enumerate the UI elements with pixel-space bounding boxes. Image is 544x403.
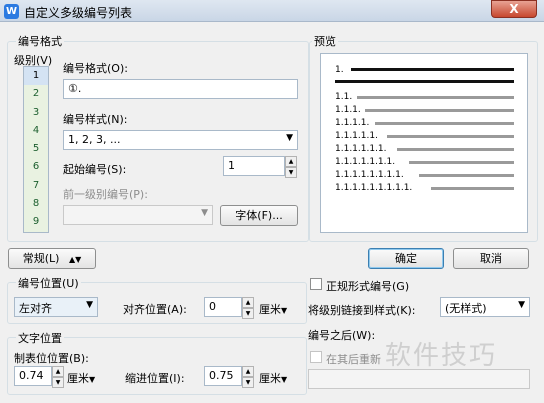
number-style-value: 1, 2, 3, ... [68, 133, 121, 146]
preview-box: 1. 1.1. 1.1.1. 1.1.1.1. 1.1.1.1.1. 1.1.1… [320, 53, 528, 233]
number-position-title: 编号位置(U) [16, 275, 81, 291]
level-item[interactable]: 5 [24, 140, 48, 158]
preview-line [357, 96, 514, 99]
spin-up-icon[interactable]: ▲ [242, 297, 254, 308]
unit-text: 厘米 [259, 303, 281, 316]
level-list[interactable]: 1 2 3 4 5 6 7 8 9 [23, 66, 49, 233]
align-position-label: 对齐位置(A): [123, 303, 187, 316]
window-title: 自定义多级编号列表 [24, 6, 133, 20]
spin-down-icon[interactable]: ▼ [285, 167, 297, 178]
number-format-input[interactable]: ①. [63, 79, 298, 99]
preview-line [335, 80, 514, 83]
unit-dropdown-icon: ▼ [281, 306, 288, 315]
indent-position-unit[interactable]: 厘米▼ [259, 370, 287, 386]
level-item[interactable]: 1 [24, 67, 48, 86]
unit-text: 厘米 [67, 372, 89, 385]
dropdown-arrow-icon: ▼ [286, 133, 293, 143]
general-button[interactable]: 常规(L) ▲▼ [8, 248, 96, 269]
legal-numbering-checkbox[interactable] [310, 278, 322, 290]
preview-title: 预览 [312, 33, 338, 49]
align-position-unit[interactable]: 厘米▼ [259, 301, 287, 317]
spin-up-icon[interactable]: ▲ [242, 366, 254, 377]
preview-row-4: 1.1.1.1. [335, 118, 370, 128]
legal-numbering-label[interactable]: 正规形式编号(G) [326, 278, 409, 294]
preview-row-2: 1.1. [335, 92, 353, 102]
link-style-label: 将级别链接到样式(K): [308, 304, 416, 317]
indent-position-label: 缩进位置(I): [125, 372, 185, 385]
preview-row-8: 1.1.1.1.1.1.1.1. [335, 170, 404, 180]
tab-position-spinner[interactable]: ▲ ▼ [52, 366, 64, 388]
align-position-spinner[interactable]: ▲ ▼ [242, 297, 254, 319]
preview-row-5: 1.1.1.1.1. [335, 131, 378, 141]
alignment-select[interactable]: 左对齐 ▼ [14, 297, 98, 317]
start-number-spinner[interactable]: ▲ ▼ [285, 156, 297, 178]
tab-position-label: 制表位位置(B): [14, 352, 89, 365]
text-position-title: 文字位置 [16, 330, 64, 346]
preview-line [375, 122, 514, 125]
spin-up-icon[interactable]: ▲ [52, 366, 64, 377]
preview-line [351, 68, 514, 71]
level-item[interactable]: 6 [24, 158, 48, 176]
restart-label: 在其后重新 [326, 353, 381, 366]
unit-dropdown-icon: ▼ [89, 375, 96, 384]
preview-line [419, 174, 514, 177]
general-button-label: 常规(L) [22, 252, 60, 265]
alignment-value: 左对齐 [19, 302, 52, 315]
font-button[interactable]: 字体(F)... [220, 205, 298, 226]
level-item[interactable]: 3 [24, 104, 48, 122]
restart-checkbox[interactable] [310, 351, 322, 363]
preview-row-9: 1.1.1.1.1.1.1.1.1. [335, 183, 413, 193]
level-item[interactable]: 8 [24, 195, 48, 213]
cancel-button[interactable]: 取消 [453, 248, 529, 269]
spin-down-icon[interactable]: ▼ [242, 377, 254, 388]
number-format-group-title: 编号格式 [16, 33, 64, 49]
preview-row-3: 1.1.1. [335, 105, 361, 115]
number-format-label: 编号格式(O): [63, 62, 128, 75]
after-number-label: 编号之后(W): [308, 329, 376, 342]
collapse-icon: ▲▼ [68, 255, 82, 264]
dropdown-arrow-icon: ▼ [201, 208, 208, 218]
ok-button[interactable]: 确定 [368, 248, 444, 269]
link-style-select[interactable]: (无样式) ▼ [440, 297, 530, 317]
level-item[interactable]: 4 [24, 122, 48, 140]
align-position-input[interactable]: 0 [204, 297, 242, 317]
title-bar: W 自定义多级编号列表 X [0, 0, 544, 22]
level-item[interactable]: 9 [24, 213, 48, 231]
spin-up-icon[interactable]: ▲ [285, 156, 297, 167]
start-number-label: 起始编号(S): [63, 163, 127, 176]
preview-line [387, 135, 514, 138]
dropdown-arrow-icon: ▼ [86, 300, 93, 310]
prev-level-label: 前一级别编号(P): [63, 188, 148, 201]
tab-position-unit[interactable]: 厘米▼ [67, 370, 95, 386]
preview-row-1: 1. [335, 65, 344, 75]
prev-level-select[interactable]: ▼ [63, 205, 213, 225]
preview-line [409, 161, 514, 164]
preview-line [431, 187, 514, 190]
preview-line [365, 109, 514, 112]
spin-down-icon[interactable]: ▼ [242, 308, 254, 319]
close-button[interactable]: X [491, 0, 537, 18]
wps-app-icon: W [4, 4, 19, 19]
preview-row-7: 1.1.1.1.1.1.1. [335, 157, 396, 167]
number-style-select[interactable]: 1, 2, 3, ... ▼ [63, 130, 298, 150]
link-style-value: (无样式) [445, 302, 487, 315]
level-item[interactable]: 7 [24, 177, 48, 195]
level-item[interactable]: 2 [24, 85, 48, 103]
dropdown-arrow-icon: ▼ [518, 300, 525, 310]
spin-down-icon[interactable]: ▼ [52, 377, 64, 388]
watermark: 软件技巧 [385, 341, 498, 371]
indent-position-spinner[interactable]: ▲ ▼ [242, 366, 254, 388]
tab-position-input[interactable]: 0.74 [14, 366, 52, 386]
restart-select[interactable] [308, 369, 530, 389]
indent-position-input[interactable]: 0.75 [204, 366, 242, 386]
preview-line [397, 148, 514, 151]
number-style-label: 编号样式(N): [63, 113, 128, 126]
unit-text: 厘米 [259, 372, 281, 385]
preview-row-6: 1.1.1.1.1.1. [335, 144, 387, 154]
start-number-input[interactable]: 1 [223, 156, 285, 176]
unit-dropdown-icon: ▼ [281, 375, 288, 384]
